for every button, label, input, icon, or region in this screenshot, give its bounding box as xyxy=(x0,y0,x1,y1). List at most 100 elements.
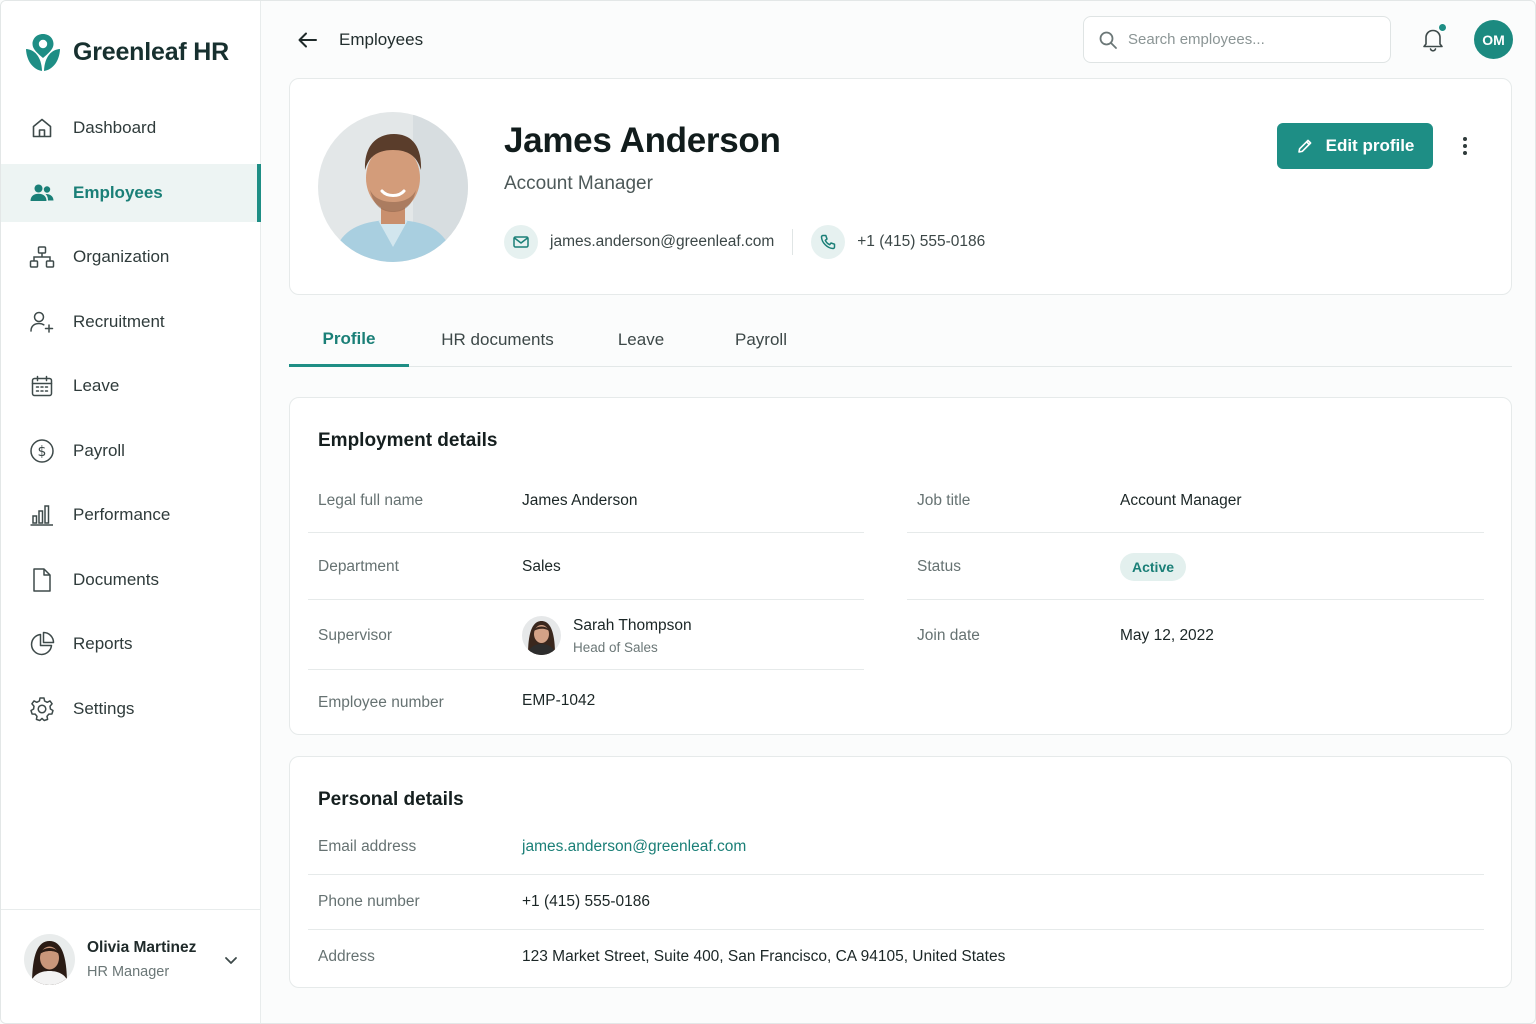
employee-number-value: EMP-1042 xyxy=(522,692,596,709)
search-input[interactable] xyxy=(1128,31,1368,48)
legal-name-value: James Anderson xyxy=(522,492,638,509)
tab-payroll[interactable]: Payroll xyxy=(721,313,801,367)
divider xyxy=(308,929,1484,930)
org-chart-icon xyxy=(29,244,55,270)
sidebar-item-organization[interactable]: Organization xyxy=(1,228,261,286)
tab-hr-documents[interactable]: HR documents xyxy=(429,313,566,367)
sidebar-item-label: Employees xyxy=(73,182,163,202)
address-value: 123 Market Street, Suite 400, San Franci… xyxy=(522,948,1006,965)
contact-row: james.anderson@greenleaf.com +1 (415) 55… xyxy=(504,225,985,259)
sidebar-item-performance[interactable]: Performance xyxy=(1,486,261,544)
sidebar-item-label: Documents xyxy=(73,569,159,589)
pie-chart-icon xyxy=(29,631,55,657)
sidebar-item-label: Settings xyxy=(73,698,135,718)
profile-header-card: James Anderson Account Manager james.and… xyxy=(289,78,1512,295)
employee-title: Account Manager xyxy=(504,173,653,194)
personal-details-card: Personal details Email address james.and… xyxy=(289,756,1512,988)
user-avatar xyxy=(24,934,75,985)
job-title-label: Job title xyxy=(917,492,971,509)
document-icon xyxy=(29,567,55,593)
sidebar: Greenleaf HR Dashboard Employees Organiz… xyxy=(1,1,261,1023)
breadcrumb[interactable]: Employees xyxy=(339,30,423,50)
sidebar-item-label: Organization xyxy=(73,247,170,266)
supervisor-name[interactable]: Sarah Thompson xyxy=(573,617,692,635)
home-icon xyxy=(29,115,55,141)
account-avatar[interactable]: OM xyxy=(1474,20,1513,59)
employee-number-label: Employee number xyxy=(318,694,444,711)
tab-profile[interactable]: Profile xyxy=(289,313,409,367)
phone-icon xyxy=(811,225,846,259)
dollar-icon: $ xyxy=(29,438,55,464)
svg-text:$: $ xyxy=(38,444,47,460)
sidebar-nav: Dashboard Employees Organization Recruit… xyxy=(1,99,261,744)
gear-icon xyxy=(29,696,55,722)
divider xyxy=(308,532,864,533)
department-label: Department xyxy=(318,558,399,575)
supervisor-label: Supervisor xyxy=(318,627,393,644)
legal-name-label: Legal full name xyxy=(318,492,424,509)
user-name: Olivia Martinez xyxy=(87,939,197,956)
contact-phone[interactable]: +1 (415) 555-0186 xyxy=(857,233,985,251)
department-value: Sales xyxy=(522,558,561,575)
divider xyxy=(308,874,1484,875)
brand-name: Greenleaf HR xyxy=(73,37,229,66)
supervisor-avatar xyxy=(522,616,561,655)
sidebar-item-leave[interactable]: Leave xyxy=(1,357,261,415)
divider xyxy=(792,229,794,255)
sidebar-item-documents[interactable]: Documents xyxy=(1,551,261,609)
phone-label: Phone number xyxy=(318,893,420,910)
email-label: Email address xyxy=(318,838,417,855)
edit-profile-button[interactable]: Edit profile xyxy=(1277,123,1433,169)
sidebar-item-payroll[interactable]: $ Payroll xyxy=(1,422,261,480)
search-icon xyxy=(1099,31,1117,49)
sidebar-item-label: Reports xyxy=(73,634,133,653)
edit-profile-label: Edit profile xyxy=(1325,136,1415,155)
join-date-value: May 12, 2022 xyxy=(1120,627,1214,644)
divider xyxy=(308,599,864,600)
profile-photo xyxy=(318,112,468,262)
join-date-label: Join date xyxy=(917,627,980,644)
profile-tabs: Profile HR documents Leave Payroll xyxy=(289,313,1512,367)
back-arrow-icon[interactable] xyxy=(295,27,321,53)
bar-chart-icon xyxy=(29,502,55,528)
supervisor-role: Head of Sales xyxy=(573,640,658,655)
brand-logo[interactable]: Greenleaf HR xyxy=(23,31,229,73)
section-title: Personal details xyxy=(318,789,464,810)
notification-dot xyxy=(1438,23,1447,32)
chevron-down-icon[interactable] xyxy=(221,950,241,970)
employee-name: James Anderson xyxy=(504,121,781,160)
divider xyxy=(907,599,1484,600)
user-add-icon xyxy=(29,309,55,335)
sidebar-item-label: Leave xyxy=(73,376,120,395)
mail-icon xyxy=(504,225,538,259)
app-window: Greenleaf HR Dashboard Employees Organiz… xyxy=(0,0,1536,1024)
sidebar-item-label: Performance xyxy=(73,505,171,524)
sidebar-item-settings[interactable]: Settings xyxy=(1,680,261,738)
status-badge: Active xyxy=(1120,553,1187,581)
calendar-icon xyxy=(29,373,55,399)
sidebar-item-label: Recruitment xyxy=(73,311,165,331)
current-user-menu[interactable]: Olivia Martinez HR Manager xyxy=(1,909,261,1023)
divider xyxy=(907,532,1484,533)
divider xyxy=(308,669,864,670)
user-role: HR Manager xyxy=(87,964,170,980)
users-icon xyxy=(29,180,55,206)
phone-value: +1 (415) 555-0186 xyxy=(522,893,650,910)
job-title-value: Account Manager xyxy=(1120,492,1242,509)
sidebar-item-label: Payroll xyxy=(73,440,125,460)
search-box[interactable] xyxy=(1083,16,1391,63)
more-options-icon[interactable] xyxy=(1453,133,1477,159)
address-label: Address xyxy=(318,948,375,965)
contact-email[interactable]: james.anderson@greenleaf.com xyxy=(550,233,774,251)
tab-leave[interactable]: Leave xyxy=(601,313,681,367)
section-title: Employment details xyxy=(318,430,498,451)
sidebar-item-dashboard[interactable]: Dashboard xyxy=(1,99,261,157)
employment-details-card: Employment details Legal full name James… xyxy=(289,397,1512,735)
sidebar-item-reports[interactable]: Reports xyxy=(1,615,261,673)
sidebar-item-recruitment[interactable]: Recruitment xyxy=(1,293,261,351)
email-link[interactable]: james.anderson@greenleaf.com xyxy=(522,838,746,856)
pencil-icon xyxy=(1297,139,1312,153)
leaf-pin-icon xyxy=(26,34,60,71)
sidebar-item-employees[interactable]: Employees xyxy=(1,163,261,222)
sidebar-item-label: Dashboard xyxy=(73,118,157,137)
